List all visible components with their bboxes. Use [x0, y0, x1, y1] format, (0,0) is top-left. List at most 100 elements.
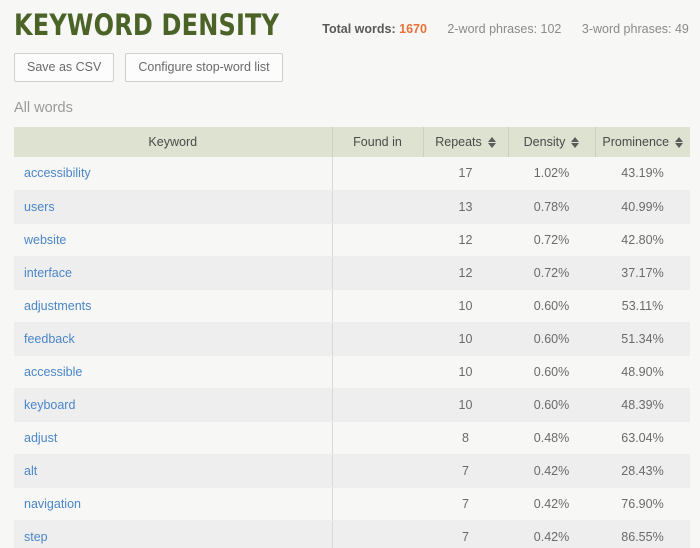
cell-found-in [332, 355, 423, 388]
column-header-density[interactable]: Density [508, 127, 595, 157]
save-as-csv-button[interactable]: Save as CSV [14, 53, 114, 82]
section-title-all-words: All words [0, 82, 700, 118]
keyword-link[interactable]: adjustments [24, 299, 91, 313]
cell-found-in [332, 157, 423, 190]
cell-prominence: 42.80% [595, 223, 690, 256]
cell-keyword: step [14, 520, 332, 548]
keyword-link[interactable]: adjust [24, 431, 57, 445]
column-header-repeats-label: Repeats [435, 135, 482, 149]
column-header-prominence-label: Prominence [602, 135, 669, 149]
column-header-keyword-label: Keyword [148, 135, 197, 149]
configure-stop-word-list-button[interactable]: Configure stop-word list [125, 53, 282, 82]
cell-keyword: feedback [14, 322, 332, 355]
cell-density: 0.60% [508, 322, 595, 355]
table-header: Keyword Found in Repeats [14, 127, 690, 157]
column-header-found-in-label: Found in [353, 135, 402, 149]
cell-density: 0.42% [508, 520, 595, 548]
stat-3-word-phrases-label: 3-word phrases: [582, 22, 672, 36]
cell-density: 0.42% [508, 454, 595, 487]
cell-repeats: 17 [423, 157, 508, 190]
cell-keyword: accessible [14, 355, 332, 388]
table-header-row: Keyword Found in Repeats [14, 127, 690, 157]
cell-keyword: navigation [14, 487, 332, 520]
keyword-link[interactable]: accessible [24, 365, 82, 379]
sort-arrows-icon[interactable] [675, 137, 683, 148]
stat-3-word-phrases: 3-word phrases: 49 [582, 22, 693, 36]
cell-density: 0.60% [508, 388, 595, 421]
stat-total-words-label: Total words: [322, 22, 395, 36]
table-row: feedback100.60%51.34% [14, 322, 690, 355]
toolbar: Save as CSV Configure stop-word list [0, 42, 700, 82]
page-header: KEYWORD DENSITY Total words: 1670 2-word… [0, 0, 700, 42]
keyword-link[interactable]: website [24, 233, 66, 247]
cell-prominence: 53.11% [595, 289, 690, 322]
keyword-link[interactable]: accessibility [24, 166, 91, 180]
keyword-link[interactable]: users [24, 200, 55, 214]
column-header-keyword[interactable]: Keyword [14, 127, 332, 157]
cell-prominence: 28.43% [595, 454, 690, 487]
cell-density: 0.60% [508, 289, 595, 322]
cell-found-in [332, 454, 423, 487]
table-row: interface 120.72%37.17% [14, 256, 690, 289]
cell-prominence: 40.99% [595, 190, 690, 223]
stat-total-words-value: 1670 [399, 22, 427, 36]
cell-density: 0.42% [508, 487, 595, 520]
column-header-prominence[interactable]: Prominence [595, 127, 690, 157]
cell-repeats: 8 [423, 421, 508, 454]
cell-keyword: interface [14, 256, 332, 289]
stat-2-word-phrases: 2-word phrases: 102 [447, 22, 564, 36]
cell-repeats: 12 [423, 256, 508, 289]
cell-density: 1.02% [508, 157, 595, 190]
cell-prominence: 48.90% [595, 355, 690, 388]
table-row: accessibility171.02%43.19% [14, 157, 690, 190]
cell-density: 0.72% [508, 256, 595, 289]
table-row: navigation70.42%76.90% [14, 487, 690, 520]
stat-total-words: Total words: 1670 [322, 22, 430, 36]
cell-repeats: 7 [423, 520, 508, 548]
cell-found-in [332, 289, 423, 322]
cell-keyword: website [14, 223, 332, 256]
cell-density: 0.78% [508, 190, 595, 223]
cell-keyword: users [14, 190, 332, 223]
cell-found-in [332, 223, 423, 256]
stat-2-word-phrases-label: 2-word phrases: [447, 22, 537, 36]
cell-keyword: keyboard [14, 388, 332, 421]
cell-prominence: 76.90% [595, 487, 690, 520]
table-row: users 130.78%40.99% [14, 190, 690, 223]
sort-arrows-icon[interactable] [571, 137, 579, 148]
column-header-found-in[interactable]: Found in [332, 127, 423, 157]
cell-density: 0.60% [508, 355, 595, 388]
cell-found-in [332, 421, 423, 454]
table-row: adjustments100.60%53.11% [14, 289, 690, 322]
keyword-link[interactable]: alt [24, 464, 37, 478]
cell-found-in [332, 520, 423, 548]
cell-density: 0.48% [508, 421, 595, 454]
cell-prominence: 37.17% [595, 256, 690, 289]
table-row: adjust 80.48%63.04% [14, 421, 690, 454]
table-body: accessibility171.02%43.19%users130.78%40… [14, 157, 690, 548]
cell-repeats: 13 [423, 190, 508, 223]
sort-arrows-icon[interactable] [488, 137, 496, 148]
cell-found-in [332, 256, 423, 289]
cell-keyword: adjustments [14, 289, 332, 322]
keyword-link[interactable]: step [24, 530, 48, 544]
keyword-link[interactable]: feedback [24, 332, 75, 346]
column-header-density-label: Density [524, 135, 566, 149]
cell-keyword: adjust [14, 421, 332, 454]
column-header-repeats[interactable]: Repeats [423, 127, 508, 157]
keyword-link[interactable]: navigation [24, 497, 81, 511]
stat-3-word-phrases-value: 49 [675, 22, 689, 36]
keyword-link[interactable]: keyboard [24, 398, 75, 412]
cell-prominence: 63.04% [595, 421, 690, 454]
keyword-table-container: Keyword Found in Repeats [14, 127, 690, 548]
cell-keyword: accessibility [14, 157, 332, 190]
keyword-density-table: Keyword Found in Repeats [14, 127, 690, 548]
keyword-link[interactable]: interface [24, 266, 72, 280]
cell-repeats: 7 [423, 454, 508, 487]
cell-repeats: 10 [423, 355, 508, 388]
cell-found-in [332, 190, 423, 223]
cell-found-in [332, 487, 423, 520]
cell-density: 0.72% [508, 223, 595, 256]
cell-found-in [332, 322, 423, 355]
keyword-density-page: KEYWORD DENSITY Total words: 1670 2-word… [0, 0, 700, 548]
